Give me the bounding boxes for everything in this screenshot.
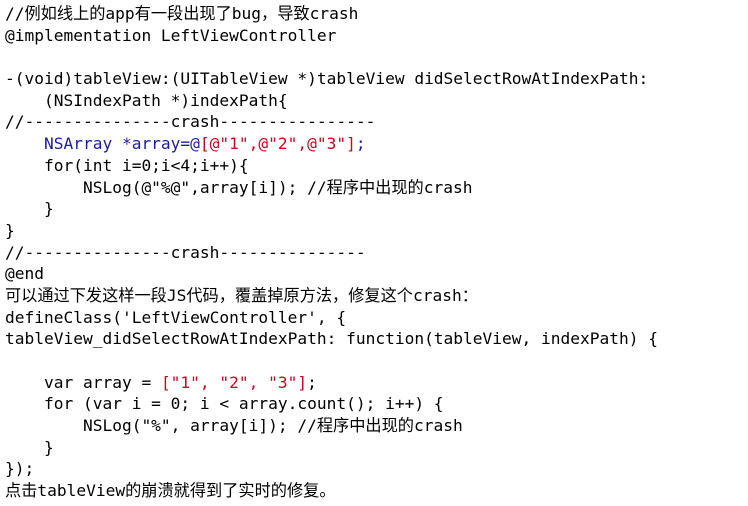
code-token: ;	[307, 372, 317, 392]
code-line: tableView_didSelectRowAtIndexPath: funct…	[5, 328, 658, 350]
code-line: var array = ["1", "2", "3"];	[5, 372, 658, 394]
document-page: { "document": { "lines": [ [{"t": "//例如线…	[0, 0, 748, 506]
code-line: NSLog("%", array[i]); //程序中出现的crash	[5, 415, 658, 437]
code-line: 可以通过下发这样一段JS代码，覆盖掉原方法，修复这个crash：	[5, 285, 658, 307]
code-token: }	[5, 220, 15, 240]
code-token: }	[5, 199, 54, 219]
code-token: (NSIndexPath *)indexPath{	[5, 90, 288, 110]
code-token: }	[5, 437, 54, 457]
code-line: }	[5, 437, 658, 459]
code-token: @implementation LeftViewController	[5, 25, 337, 45]
code-line: @implementation LeftViewController	[5, 25, 658, 47]
code-line: //---------------crash---------------	[5, 242, 658, 264]
code-token: @end	[5, 264, 44, 284]
code-token-blue: ;	[355, 134, 366, 154]
code-token-blue: NSArray *array=@	[5, 134, 200, 154]
code-token: for (var i = 0; i < array.count(); i++) …	[5, 394, 444, 414]
code-token-red: [@"1",@"2",@"3"]	[199, 134, 356, 154]
code-token: //例如线上的app有一段出现了bug，导致crash	[5, 4, 359, 23]
code-line: NSArray *array=@[@"1",@"2",@"3"];	[5, 133, 658, 155]
code-line: for (var i = 0; i < array.count(); i++) …	[5, 393, 658, 415]
code-line: NSLog(@"%@",array[i]); //程序中出现的crash	[5, 177, 658, 199]
code-line: (NSIndexPath *)indexPath{	[5, 90, 658, 112]
code-line: -(void)tableView:(UITableView *)tableVie…	[5, 68, 658, 90]
code-token: var array =	[5, 372, 161, 392]
code-line: }	[5, 198, 658, 220]
code-token: 点击tableView的崩溃就得到了实时的修复。	[5, 481, 336, 501]
code-token: for(int i=0;i<4;i++){	[5, 155, 249, 175]
code-token: tableView_didSelectRowAtIndexPath: funct…	[5, 329, 658, 349]
code-token: -(void)tableView:(UITableView *)tableVie…	[5, 69, 649, 89]
code-token-red: ["1", "2", "3"]	[160, 372, 308, 392]
code-snippet: //例如线上的app有一段出现了bug，导致crash @implementati…	[5, 3, 658, 502]
code-token: //---------------crash----------------	[5, 112, 376, 132]
code-line: 点击tableView的崩溃就得到了实时的修复。	[5, 480, 658, 502]
code-token: NSLog("%", array[i]); //程序中出现的crash	[5, 416, 463, 436]
code-line: for(int i=0;i<4;i++){	[5, 155, 658, 177]
code-line: });	[5, 458, 658, 480]
code-line: }	[5, 220, 658, 242]
code-line: @end	[5, 263, 658, 285]
code-line: defineClass('LeftViewController', {	[5, 307, 658, 329]
code-line: //例如线上的app有一段出现了bug，导致crash	[5, 3, 658, 25]
code-token: });	[5, 459, 35, 479]
code-token: 可以通过下发这样一段JS代码，覆盖掉原方法，修复这个crash：	[5, 285, 478, 305]
code-token: NSLog(@"%@",array[i]); //程序中出现的crash	[5, 177, 473, 197]
code-line: //---------------crash----------------	[5, 111, 658, 133]
code-token: defineClass('LeftViewController', {	[5, 307, 347, 327]
code-token: //---------------crash---------------	[5, 242, 366, 262]
